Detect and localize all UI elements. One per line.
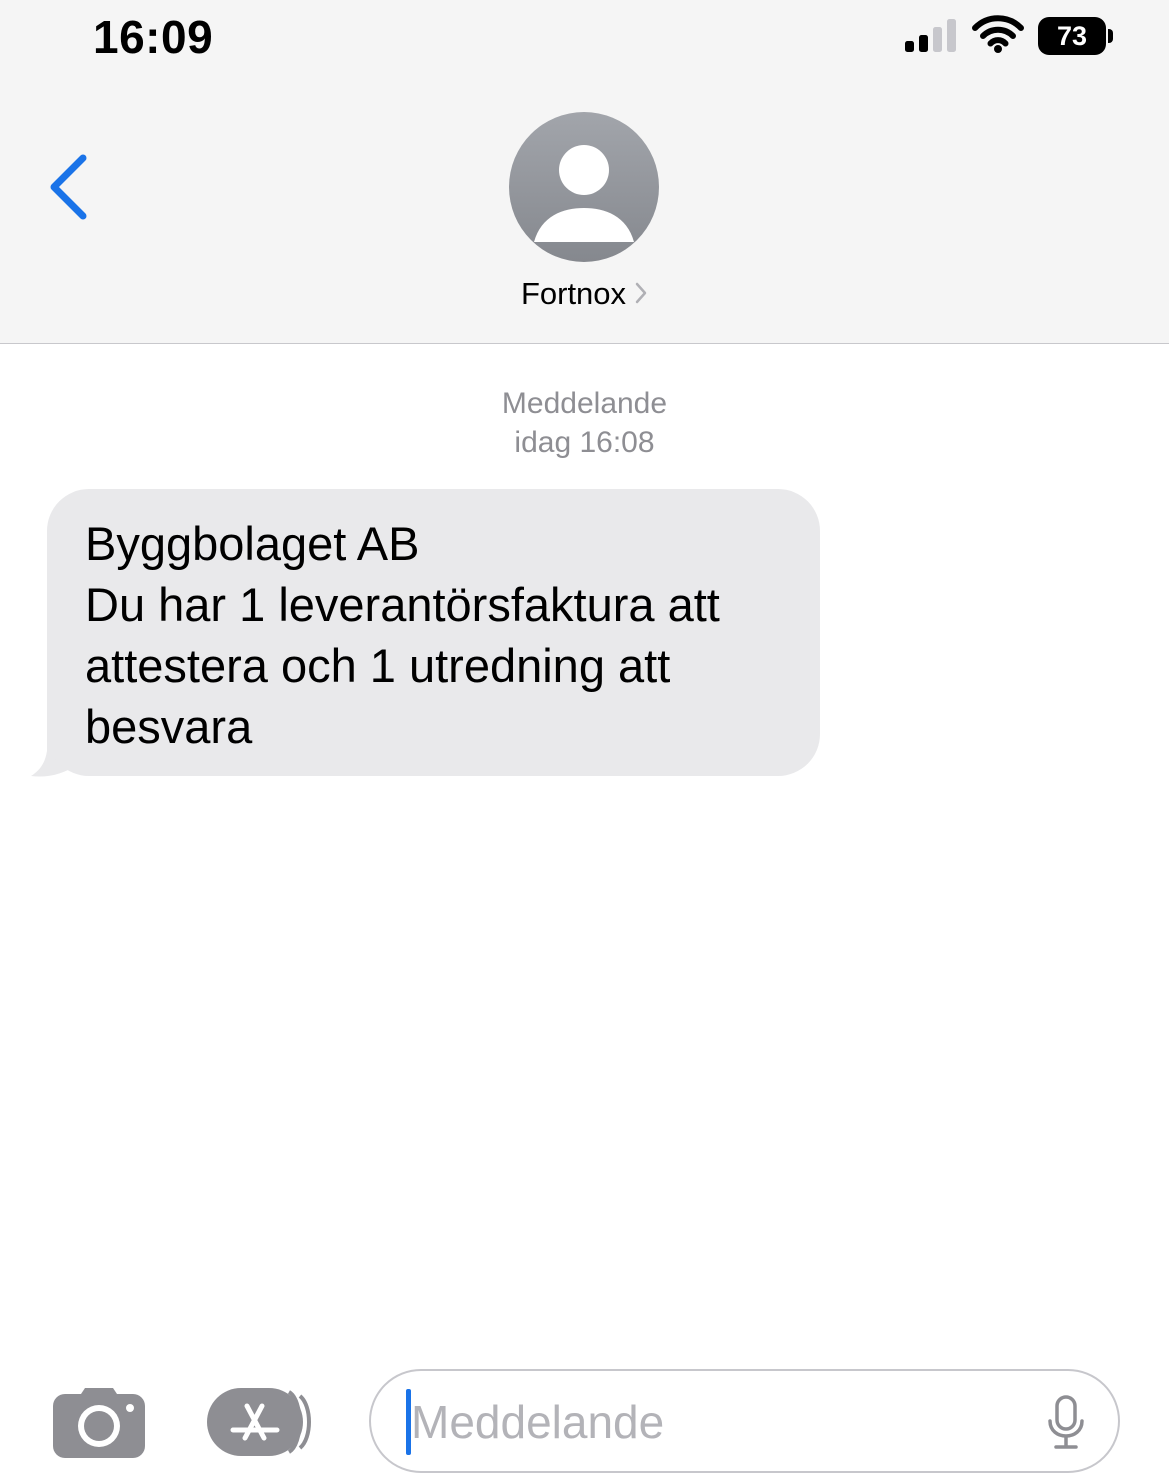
app-store-icon [207, 1388, 311, 1456]
contact-avatar[interactable] [509, 112, 659, 262]
chevron-left-icon [50, 154, 87, 220]
incoming-message[interactable]: Byggbolaget AB Du har 1 leverantörsfaktu… [30, 489, 830, 781]
message-timestamp: Meddelande idag 16:08 [0, 384, 1169, 462]
camera-icon [53, 1388, 145, 1458]
contact-name-button[interactable]: Fortnox [0, 276, 1169, 312]
message-input[interactable]: Meddelande [369, 1369, 1120, 1473]
app-store-button[interactable] [207, 1386, 319, 1458]
chevron-right-icon [635, 282, 647, 304]
contact-name: Fortnox [520, 276, 627, 311]
cellular-signal-icon [905, 19, 956, 52]
message-input-placeholder: Meddelande [411, 1396, 665, 1448]
battery-nub [1108, 29, 1113, 43]
dictation-button[interactable] [1045, 1395, 1087, 1451]
camera-button[interactable] [53, 1386, 145, 1458]
message-bubble-text: Byggbolaget AB Du har 1 leverantörsfaktu… [47, 489, 820, 776]
battery-level: 73 [1038, 17, 1106, 55]
battery-icon: 73 [1038, 17, 1114, 55]
person-silhouette-icon [534, 145, 634, 242]
message-service-label: Meddelande [501, 387, 668, 420]
wifi-icon [972, 15, 1024, 53]
status-time: 16:09 [93, 11, 214, 63]
back-button[interactable] [40, 148, 100, 228]
message-time: idag 16:08 [514, 426, 655, 459]
messages-screen: 16:09 73 Fortnox Meddelande idag 16:08 B… [0, 0, 1169, 1483]
conversation-header: 16:09 73 Fortnox [0, 0, 1169, 344]
microphone-icon [1048, 1395, 1084, 1449]
